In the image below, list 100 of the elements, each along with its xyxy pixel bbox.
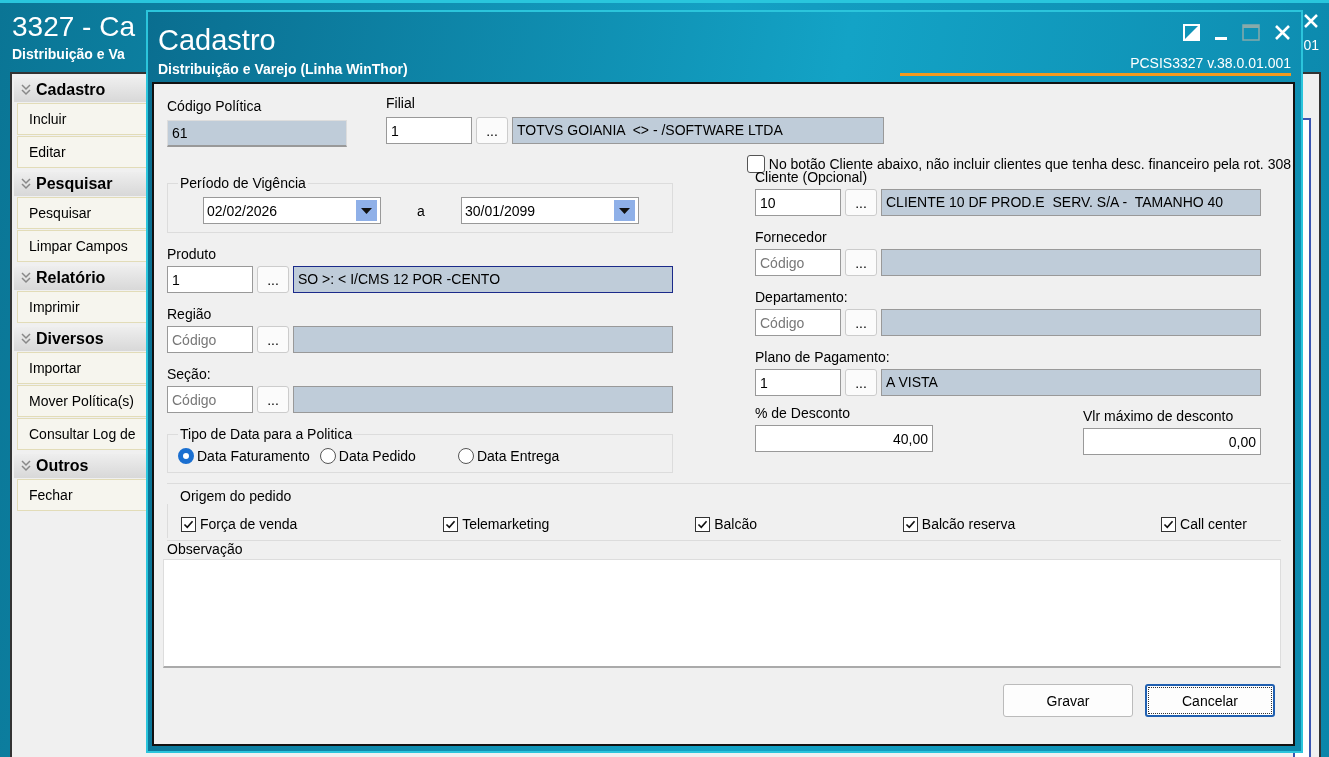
chevron-icon [20, 271, 32, 285]
chevron-icon [20, 332, 32, 346]
close-icon[interactable] [1303, 13, 1319, 29]
sidebar-item[interactable]: Limpar Campos [17, 230, 148, 262]
lookup-button[interactable]: ... [476, 117, 508, 144]
group-label: Observação [167, 541, 244, 557]
field-label: Cliente (Opcional) [755, 169, 869, 185]
window-subtitle: Distribuição e Va [12, 46, 126, 62]
group-title: Outros [36, 457, 89, 475]
group-label: Tipo de Data para a Politica [178, 426, 355, 442]
code-field[interactable]: Código [167, 326, 253, 353]
sidebar-item[interactable]: Mover Política(s) [17, 385, 148, 417]
restore-icon[interactable] [1183, 24, 1200, 41]
policy-code-field[interactable]: 61 [167, 120, 347, 147]
radio-button[interactable] [457, 448, 474, 464]
lookup-button[interactable]: ... [257, 326, 289, 353]
sidebar-item[interactable]: Pesquisar [17, 197, 148, 229]
code-field[interactable]: 10 [755, 189, 841, 216]
group-header[interactable]: Relatório [14, 266, 148, 290]
origin-checkbox[interactable]: Balcão [695, 516, 757, 532]
group-title: Relatório [36, 269, 106, 287]
group-header[interactable]: Diversos [14, 327, 148, 351]
origin-checkbox[interactable]: Call center [1161, 516, 1247, 532]
field-label: Produto [167, 246, 218, 262]
version-label: 01 [1303, 37, 1319, 53]
checkbox[interactable] [443, 516, 459, 532]
group-label: Origem do pedido [180, 488, 293, 504]
code-field[interactable]: Código [167, 386, 253, 413]
description-field[interactable] [881, 309, 1261, 336]
origin-checkbox[interactable]: Força de venda [181, 516, 298, 532]
checkbox[interactable] [181, 516, 196, 532]
origin-checkbox[interactable]: Telemarketing [443, 516, 550, 532]
amount-field[interactable]: 40,00 [755, 425, 933, 452]
code-field[interactable]: Código [755, 249, 841, 276]
group-label: Período de Vigência [178, 175, 308, 191]
sidebar-item[interactable]: Importar [17, 352, 148, 384]
description-field[interactable]: A VISTA [881, 369, 1261, 396]
close-icon[interactable] [1274, 24, 1291, 41]
group-header[interactable]: Pesquisar [14, 172, 148, 196]
radio-option[interactable]: Data Pedido [319, 448, 416, 464]
checkbox[interactable] [746, 155, 765, 173]
sidebar-item[interactable]: Consultar Log de [17, 418, 148, 450]
code-field[interactable]: 1 [386, 117, 472, 144]
group-title: Diversos [36, 330, 104, 348]
lookup-button[interactable]: ... [257, 266, 289, 293]
checkbox[interactable] [902, 516, 918, 532]
lookup-button[interactable]: ... [845, 249, 877, 276]
field-label: % de Desconto [755, 405, 851, 421]
group-header[interactable]: Cadastro [14, 78, 148, 102]
field-label: Seção: [167, 366, 212, 382]
checkbox[interactable] [1161, 516, 1177, 532]
chevron-icon [20, 83, 32, 97]
field-label: Departamento: [755, 289, 849, 305]
field-label: Plano de Pagamento: [755, 349, 891, 365]
group-title: Pesquisar [36, 175, 113, 193]
radio-option[interactable]: Data Faturamento [178, 448, 310, 464]
date-field[interactable]: 30/01/2099 [461, 197, 639, 224]
field-label: Filial [386, 95, 416, 111]
sidebar-item[interactable]: Incluir [17, 103, 148, 135]
lookup-button[interactable]: ... [257, 386, 289, 413]
description-field[interactable] [881, 249, 1261, 276]
radio-button[interactable] [319, 448, 336, 464]
lookup-button[interactable]: ... [845, 369, 877, 396]
code-field[interactable]: 1 [755, 369, 841, 396]
description-field[interactable] [293, 326, 673, 353]
code-field[interactable]: 1 [167, 266, 253, 293]
amount-field[interactable]: 0,00 [1083, 428, 1261, 455]
chevron-icon [20, 459, 32, 473]
radio-button[interactable] [178, 448, 194, 464]
field-label: Código Política [167, 98, 263, 114]
lookup-button[interactable]: ... [845, 189, 877, 216]
code-field[interactable]: Código [755, 309, 841, 336]
chevron-icon [20, 177, 32, 191]
notes-field[interactable] [163, 559, 1281, 668]
version-label: PCSIS3327 v.38.0.01.001 [900, 55, 1291, 76]
description-field[interactable]: CLIENTE 10 DF PROD.E SERV. S/A - TAMANHO 40 [881, 189, 1261, 216]
dropdown-icon[interactable] [614, 200, 635, 221]
radio-option[interactable]: Data Entrega [457, 448, 560, 464]
group-title: Cadastro [36, 81, 106, 99]
description-field[interactable] [293, 386, 673, 413]
field-label: Fornecedor [755, 229, 828, 245]
dialog-button[interactable]: Gravar [1003, 684, 1133, 717]
field-label: Região [167, 306, 213, 322]
dialog-subtitle: Distribuição e Varejo (Linha WinThor) [158, 61, 408, 77]
lookup-button[interactable]: ... [845, 309, 877, 336]
sidebar-item[interactable]: Imprimir [17, 291, 148, 323]
dialog-button[interactable]: Cancelar [1145, 684, 1275, 717]
sidebar-item[interactable]: Fechar [17, 479, 148, 511]
description-field[interactable]: SO >: < I/CMS 12 POR -CENTO [293, 266, 673, 293]
field-label: Vlr máximo de desconto [1083, 408, 1235, 424]
origin-checkbox[interactable]: Balcão reserva [902, 516, 1016, 532]
window-title: 3327 - Ca [12, 11, 135, 43]
group-header[interactable]: Outros [14, 454, 148, 478]
dropdown-icon[interactable] [356, 200, 377, 221]
date-field[interactable]: 02/02/2026 [203, 197, 381, 224]
description-field[interactable]: TOTVS GOIANIA <> - /SOFTWARE LTDA [512, 117, 884, 144]
checkbox[interactable] [695, 516, 711, 532]
range-separator: a [416, 202, 426, 219]
sidebar-item[interactable]: Editar [17, 136, 148, 168]
dialog-title: Cadastro [158, 24, 277, 57]
